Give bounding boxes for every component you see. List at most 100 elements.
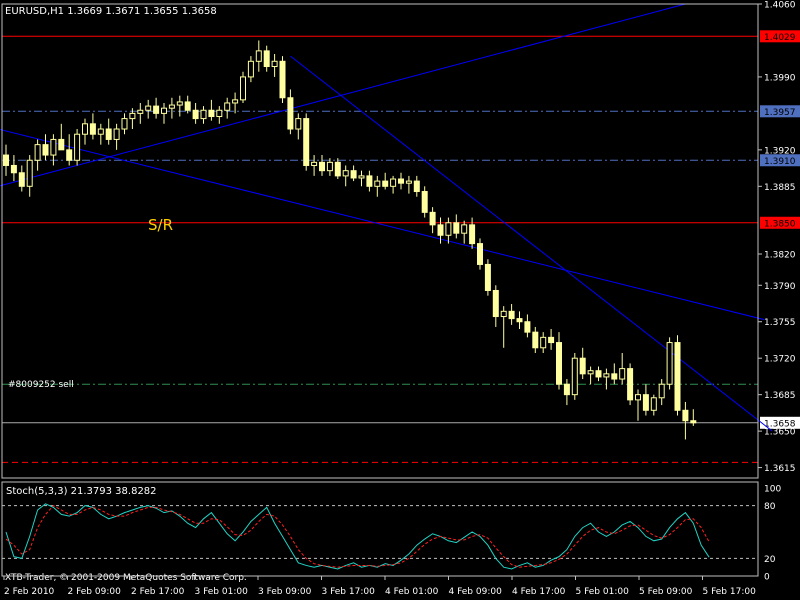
price-axis-label: 1.3685	[764, 391, 796, 401]
candle-body	[342, 170, 349, 177]
candle-body	[674, 342, 681, 411]
candle-body	[469, 224, 476, 245]
candle-body	[18, 172, 25, 187]
trading-chart: 1.40291.39571.39101.38501.3658 EURUSD,H1…	[0, 0, 800, 600]
candle-body	[532, 331, 539, 349]
price-axis-label: 1.3790	[764, 282, 796, 292]
candle-body	[658, 383, 665, 399]
candle-body	[524, 321, 531, 333]
stochastic-axis-label: 80	[764, 502, 776, 512]
candle-body	[287, 97, 294, 130]
candle-body	[279, 60, 286, 99]
candle-body	[334, 161, 341, 177]
candle-body	[398, 178, 404, 184]
time-axis-label: 3 Feb 01:00	[195, 587, 249, 597]
candle-body	[3, 154, 9, 166]
candle-body	[682, 409, 689, 422]
candle-body	[224, 102, 231, 111]
stochastic-axis-label: 20	[764, 555, 776, 565]
time-axis-label: 5 Feb 01:00	[576, 587, 630, 597]
candle-body	[429, 211, 436, 226]
candle-body	[113, 128, 120, 140]
candle-body	[26, 159, 33, 187]
candle-body	[208, 109, 215, 118]
stochastic-axis-label: 100	[764, 485, 781, 495]
price-level-tag-label: 1.3850	[764, 219, 796, 229]
candle-body	[168, 104, 175, 109]
candle-body	[34, 144, 41, 161]
sr-annotation: S/R	[148, 216, 173, 234]
candle-body	[326, 161, 333, 172]
price-axis-label: 1.3755	[764, 318, 796, 328]
candle-body	[82, 123, 88, 135]
candle-body	[619, 368, 626, 380]
candle-body	[358, 175, 365, 179]
candle-body	[492, 289, 499, 318]
stochastic-title: Stoch(5,3,3) 21.3793 38.8282	[6, 486, 157, 497]
candle-body	[121, 118, 128, 130]
candle-body	[97, 128, 104, 135]
candle-body	[176, 101, 183, 106]
price-axis-label: 1.3820	[764, 251, 796, 261]
candle-body	[484, 263, 491, 291]
candle-body	[563, 383, 570, 396]
price-axis-label: 1.3720	[764, 355, 796, 365]
candle-body	[350, 170, 357, 179]
candle-body	[89, 123, 96, 135]
price-axis-label: 1.3615	[764, 464, 796, 474]
time-axis-label: 4 Feb 01:00	[385, 587, 439, 597]
candle-body	[650, 397, 657, 411]
time-axis-label: 2 Feb 17:00	[131, 587, 185, 597]
candle-body	[516, 318, 523, 323]
candle-body	[421, 191, 428, 213]
candle-body	[247, 60, 254, 78]
candle-body	[153, 105, 160, 114]
candle-body	[548, 336, 555, 344]
candle-body	[366, 175, 373, 187]
candle-body	[540, 336, 547, 349]
candle-body	[556, 342, 562, 385]
order-annotation: #8009252 sell	[8, 380, 74, 390]
candle-body	[42, 144, 49, 156]
candle-body	[603, 373, 610, 378]
candle-body	[295, 118, 302, 130]
candle-body	[271, 60, 278, 68]
candle-body	[611, 373, 618, 380]
candle-body	[145, 105, 152, 111]
footer-copyright: XTB-Trader, © 2001-2009 MetaQuotes Softw…	[5, 573, 247, 583]
candle-body	[642, 394, 649, 411]
candle-body	[587, 370, 594, 375]
candle-body	[10, 164, 17, 174]
candle-body	[161, 107, 167, 114]
candle-body	[74, 133, 81, 161]
candle-body	[627, 368, 634, 401]
candle-body	[405, 180, 412, 184]
time-axis-label: 4 Feb 09:00	[449, 587, 503, 597]
chart-background	[0, 0, 800, 600]
candle-body	[382, 180, 389, 187]
candle-body	[192, 109, 199, 120]
time-axis-label: 4 Feb 17:00	[512, 587, 566, 597]
candle-body	[137, 109, 144, 114]
candle-body	[508, 310, 515, 320]
price-axis-label: 1.3920	[764, 146, 796, 156]
candle-body	[255, 50, 262, 62]
time-axis-label: 5 Feb 09:00	[639, 587, 693, 597]
candle-body	[58, 138, 65, 151]
candle-body	[200, 109, 207, 120]
candle-body	[50, 138, 57, 156]
price-axis-label: 1.3650	[764, 428, 796, 438]
candle-body	[319, 161, 325, 172]
candle-body	[595, 370, 602, 378]
candle-body	[303, 118, 310, 166]
candle-body	[374, 180, 381, 187]
candle-body	[635, 394, 641, 401]
candle-body	[263, 50, 270, 68]
price-level-tag-label: 1.3910	[764, 157, 796, 167]
time-axis-label: 2 Feb 2010	[4, 587, 55, 597]
candle-body	[445, 222, 452, 236]
candle-body	[129, 112, 136, 120]
price-axis-label: 1.3885	[764, 183, 796, 193]
time-axis-label: 5 Feb 17:00	[703, 587, 757, 597]
candle-body	[437, 224, 444, 236]
